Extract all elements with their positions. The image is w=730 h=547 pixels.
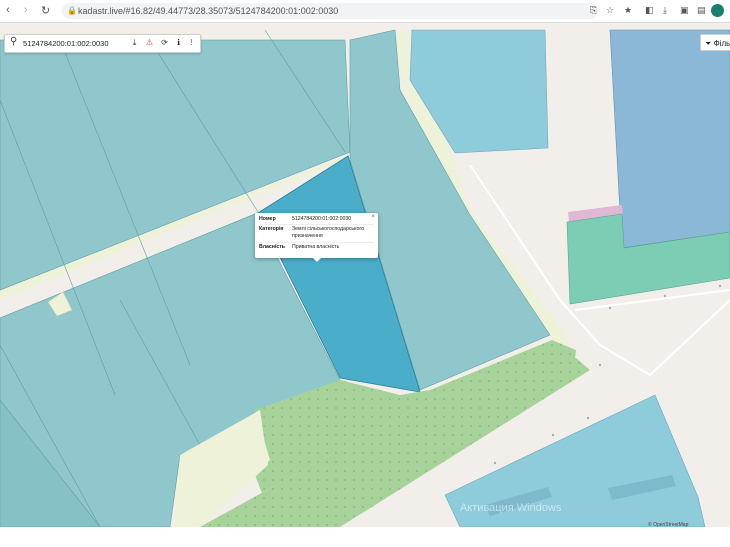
report-icon[interactable]: ! [186, 37, 197, 49]
popup-key: Номер [259, 216, 276, 222]
building-polygon[interactable] [609, 29, 730, 249]
warning-icon[interactable]: ⚠ [144, 37, 155, 49]
share-icon[interactable]: ⎘ [590, 5, 597, 16]
map-canvas[interactable] [0, 22, 730, 527]
parcel-popup: × Номер 5124784200:01:002:0030 Категорія… [255, 213, 378, 262]
address-url: kadastr.live/#16.82/49.44773/28.35073/51… [78, 6, 339, 16]
map-svg[interactable] [0, 22, 730, 527]
info-icon[interactable]: ℹ [173, 37, 184, 49]
popup-value: Приватна власність [292, 244, 340, 250]
refresh-icon[interactable]: ⟳ [159, 37, 170, 49]
browser-toolbar: ‹ › ↻ 🔒 kadastr.live/#16.82/49.44773/28.… [0, 0, 730, 23]
search-icon[interactable]: ⚲ [10, 36, 17, 47]
address-bar[interactable]: 🔒 kadastr.live/#16.82/49.44773/28.35073/… [62, 3, 598, 19]
filter-label: Фільтр [713, 39, 730, 48]
popup-value: 5124784200:01:002:0030 [292, 216, 352, 222]
popup-key: Власність [259, 244, 286, 250]
poi-marker [608, 306, 612, 310]
map-attribution[interactable]: © OpenStreetMap [648, 522, 688, 528]
search-input[interactable] [23, 37, 123, 49]
windows-watermark: Активация Windows [460, 502, 562, 514]
poi-marker [493, 461, 497, 465]
popup-value: Землі сільськогосподарського призначення [292, 226, 364, 239]
filter-button[interactable]: ⏷ Фільтр [700, 34, 730, 51]
search-bar: ⚲ ⤓ ⚠ ⟳ ℹ ! [4, 34, 201, 53]
profile-avatar[interactable] [711, 4, 724, 17]
tab-icon[interactable]: ▣ [680, 5, 689, 16]
back-icon[interactable]: ‹ [6, 4, 10, 16]
poi-marker [586, 416, 590, 420]
download-icon[interactable]: ⤓ [129, 37, 140, 49]
popup-row-number: Номер 5124784200:01:002:0030 [259, 216, 374, 225]
poi-marker [663, 294, 667, 298]
bottom-strip [0, 527, 730, 547]
reload-icon[interactable]: ↻ [41, 4, 50, 17]
download-manager-icon[interactable]: ⤓ [663, 5, 667, 16]
sidebar-icon[interactable]: ▤ [697, 5, 706, 16]
lock-icon: 🔒 [67, 6, 77, 15]
poi-marker [718, 284, 722, 288]
filter-icon: ⏷ [705, 39, 712, 48]
forward-icon[interactable]: › [24, 4, 28, 16]
poi-marker [551, 433, 555, 437]
popup-row-ownership: Власність Приватна власність [259, 244, 374, 252]
popup-tip [313, 258, 321, 262]
popup-key: Категорія [259, 226, 284, 232]
popup-row-category: Категорія Землі сільськогосподарського п… [259, 226, 374, 243]
star-icon[interactable]: ★ [624, 5, 632, 16]
bookmark-icon[interactable]: ☆ [606, 5, 614, 16]
poi-marker [598, 363, 602, 367]
extension-icon[interactable]: ◧ [645, 5, 654, 16]
